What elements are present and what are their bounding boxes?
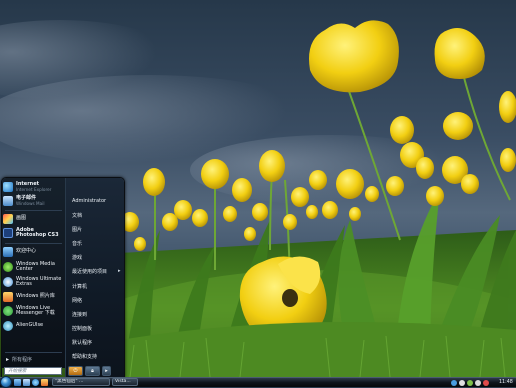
folder-icon[interactable] bbox=[41, 379, 48, 386]
pinned-item-mail[interactable]: 电子邮件 Windows Mail bbox=[3, 195, 64, 207]
place-item-computer[interactable]: 计算机 bbox=[72, 283, 87, 290]
recent-item-label: Windows Live Messenger 下载 bbox=[16, 304, 55, 316]
taskbar-button-folder[interactable]: "黑色仙后" ... bbox=[52, 378, 110, 386]
clock[interactable]: 11:48 bbox=[499, 379, 513, 386]
internet-explorer-icon[interactable] bbox=[32, 379, 39, 386]
place-item-recent-items[interactable]: 最近使用的项目 ▸ bbox=[72, 268, 121, 275]
recent-item-welcome[interactable]: 欢迎中心 bbox=[3, 246, 64, 258]
place-item-default-programs[interactable]: 默认程序 bbox=[72, 339, 92, 346]
start-menu-programs-pane: Internet Internet Explorer 电子邮件 Windows Ma… bbox=[2, 178, 65, 368]
place-item-label: 控制面板 bbox=[72, 326, 93, 332]
volume-icon[interactable] bbox=[475, 380, 481, 386]
power-icon: ⏻ bbox=[73, 368, 78, 374]
recent-item-label: Windows Ultimate Extras bbox=[16, 275, 62, 287]
place-item-label: 最近使用的项目 bbox=[72, 269, 108, 275]
mail-icon bbox=[3, 196, 13, 206]
start-search-input[interactable]: 开始搜索 bbox=[4, 367, 62, 375]
pinned-item-internet[interactable]: Internet Internet Explorer bbox=[3, 181, 64, 193]
lock-icon: 🔒︎ bbox=[91, 368, 94, 374]
start-menu-places-pane: Administrator 文档 图片 音乐 游戏 最近使用的项目 ▸ 计算机 网… bbox=[65, 178, 124, 377]
language-bar-icon[interactable] bbox=[451, 380, 457, 386]
all-programs-button[interactable]: ▸ 所有程序 bbox=[6, 356, 32, 363]
place-item-label: 游戏 bbox=[72, 255, 83, 261]
start-menu: Internet Internet Explorer 电子邮件 Windows Ma… bbox=[1, 177, 125, 378]
power-controls: ⏻ 🔒︎ ▸ bbox=[68, 366, 111, 376]
all-programs-separator bbox=[5, 352, 62, 353]
place-item-network[interactable]: 网络 bbox=[72, 297, 82, 304]
arrow-right-icon: ▸ bbox=[6, 356, 10, 363]
recent-item-label: Adobe Photoshop CS3 bbox=[16, 226, 59, 238]
recent-item-label: AlienGUIse bbox=[16, 322, 44, 329]
place-item-documents[interactable]: 文档 bbox=[72, 212, 82, 219]
show-desktop-icon[interactable] bbox=[14, 379, 21, 386]
recent-item-photoshop[interactable]: Adobe Photoshop CS3 bbox=[3, 226, 64, 240]
place-item-label: 连接到 bbox=[72, 312, 88, 318]
start-button[interactable] bbox=[0, 376, 12, 388]
all-programs-label: 所有程序 bbox=[12, 357, 33, 363]
network-icon[interactable] bbox=[459, 380, 465, 386]
place-item-help[interactable]: 帮助和支持 bbox=[72, 353, 97, 360]
recent-item-label: 欢迎中心 bbox=[16, 248, 37, 255]
recent-item-ultimate-extras[interactable]: Windows Ultimate Extras bbox=[3, 275, 64, 289]
place-item-games[interactable]: 游戏 bbox=[72, 254, 82, 261]
recent-item-photo-gallery[interactable]: Windows 照片库 bbox=[3, 291, 64, 303]
chevron-right-icon: ▸ bbox=[105, 368, 108, 374]
place-item-label: 帮助和支持 bbox=[72, 354, 98, 360]
pinned-item-subtitle: Windows Mail bbox=[16, 201, 45, 206]
alert-icon[interactable] bbox=[483, 380, 489, 386]
switch-windows-icon[interactable] bbox=[23, 379, 30, 386]
place-item-music[interactable]: 音乐 bbox=[72, 240, 82, 247]
paint-icon bbox=[3, 214, 13, 224]
pinned-item-subtitle: Internet Explorer bbox=[16, 187, 52, 192]
power-button[interactable]: ⏻ bbox=[68, 366, 83, 376]
lock-button[interactable]: 🔒︎ bbox=[85, 366, 100, 376]
recent-item-label: Windows Media Center bbox=[16, 260, 55, 272]
security-icon[interactable] bbox=[467, 380, 473, 386]
place-item-label: 图片 bbox=[72, 227, 83, 233]
place-item-control-panel[interactable]: 控制面板 bbox=[72, 325, 92, 332]
messenger-icon bbox=[3, 306, 13, 316]
shutdown-options-button[interactable]: ▸ bbox=[102, 366, 111, 376]
recent-item-messenger[interactable]: Windows Live Messenger 下载 bbox=[3, 304, 64, 318]
recent-item-label: 画图 bbox=[16, 215, 27, 222]
recent-separator bbox=[5, 243, 62, 244]
taskbar: "黑色仙后" ... Vista... 11:48 bbox=[0, 376, 516, 388]
ultimate-extras-icon bbox=[3, 277, 13, 287]
place-item-label: 音乐 bbox=[72, 241, 83, 247]
media-center-icon bbox=[3, 262, 13, 272]
pinned-separator bbox=[5, 210, 62, 211]
recent-item-paint[interactable]: 画图 bbox=[3, 213, 64, 225]
globe-icon bbox=[3, 182, 13, 192]
recent-item-label: Windows 照片库 bbox=[16, 293, 55, 300]
chevron-right-icon: ▸ bbox=[118, 268, 121, 274]
place-item-connect-to[interactable]: 连接到 bbox=[72, 311, 87, 318]
place-item-label: Administrator bbox=[72, 198, 107, 204]
taskbar-button-vista[interactable]: Vista... bbox=[112, 378, 138, 386]
recent-item-alienguise[interactable]: AlienGUIse bbox=[3, 320, 64, 332]
system-tray bbox=[451, 379, 489, 387]
alienguise-icon bbox=[3, 321, 13, 331]
place-item-pictures[interactable]: 图片 bbox=[72, 226, 82, 233]
place-item-user[interactable]: Administrator bbox=[72, 198, 106, 204]
photoshop-icon bbox=[3, 228, 13, 238]
place-item-label: 计算机 bbox=[72, 284, 88, 290]
welcome-center-icon bbox=[3, 247, 13, 257]
photo-gallery-icon bbox=[3, 292, 13, 302]
place-item-label: 网络 bbox=[72, 298, 83, 304]
place-item-label: 默认程序 bbox=[72, 340, 93, 346]
place-item-label: 文档 bbox=[72, 213, 83, 219]
recent-item-media-center[interactable]: Windows Media Center bbox=[3, 260, 64, 274]
